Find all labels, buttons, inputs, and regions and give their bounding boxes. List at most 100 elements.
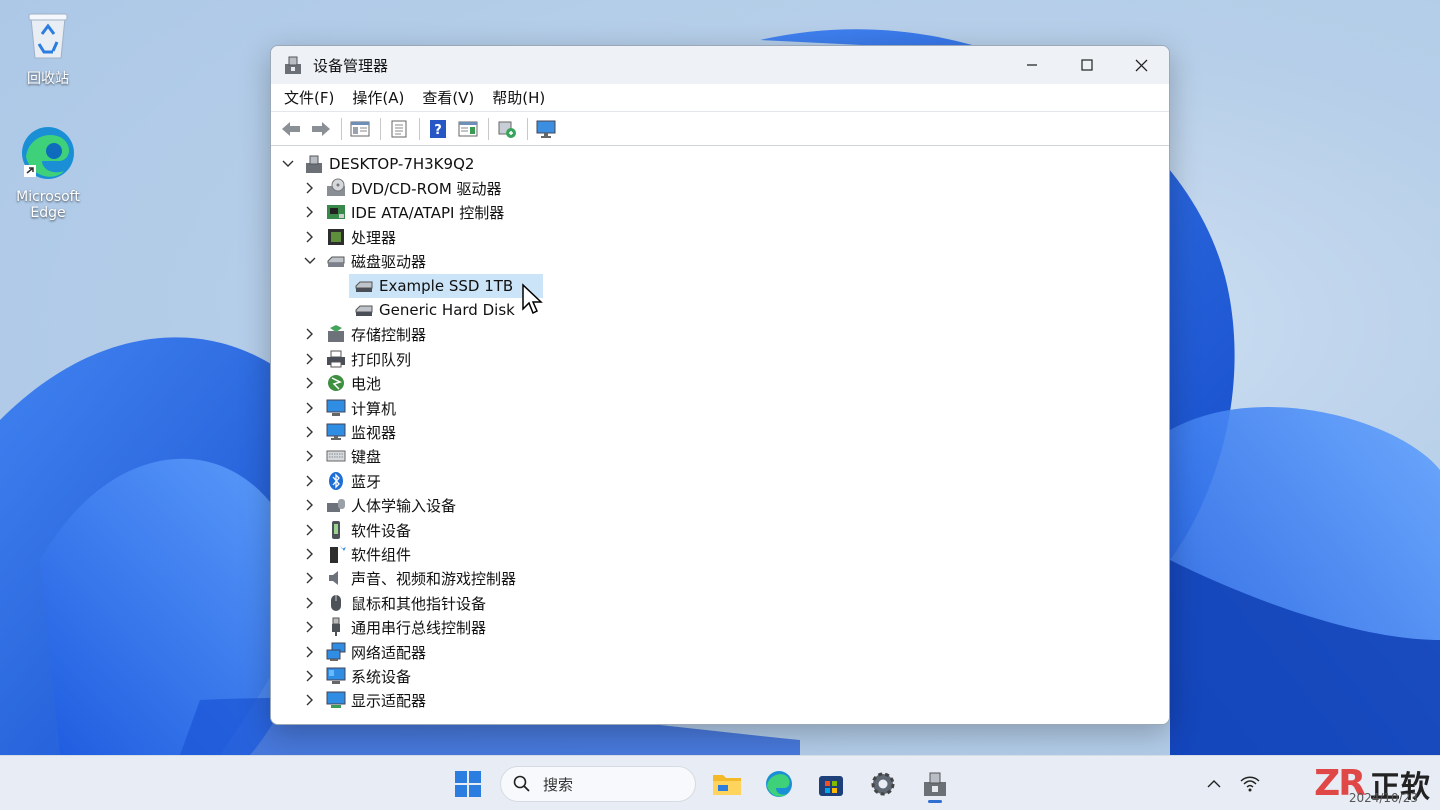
edge-taskbar-button[interactable] <box>761 766 797 802</box>
display-devices-button[interactable] <box>532 116 560 142</box>
tree-category-label: 打印队列 <box>351 350 412 369</box>
collapse-chevron-icon[interactable] <box>279 152 297 176</box>
tree-category-label: 系统设备 <box>351 667 412 686</box>
tree-category-label: 处理器 <box>351 228 397 247</box>
computer-host-icon <box>303 153 325 175</box>
tree-category-row[interactable]: 网络适配器 <box>301 640 426 664</box>
edge-label-line1: Microsoft <box>16 189 80 205</box>
help-icon: ? <box>430 119 446 138</box>
tree-category-row[interactable]: 电池 <box>301 371 381 395</box>
tree-category-row[interactable]: 软件组件 <box>301 542 411 566</box>
chevron-right-icon[interactable] <box>301 640 319 664</box>
printer-icon <box>325 348 347 370</box>
toolbar-separator <box>341 117 342 140</box>
tree-category-row[interactable]: 人体学输入设备 <box>301 493 456 517</box>
menu-file[interactable]: 文件(F) <box>275 84 343 112</box>
edge-desktop-icon[interactable]: Microsoft Edge <box>8 125 88 221</box>
properties-icon <box>391 120 407 137</box>
device-manager-window: 设备管理器 文件(F) 操作(A) 查看(V) 帮助(H) ? DESKTOP-… <box>270 45 1170 725</box>
svg-text:?: ? <box>434 123 442 138</box>
tree-category-row[interactable]: 鼠标和其他指针设备 <box>301 591 486 615</box>
file-explorer-button[interactable] <box>709 766 745 802</box>
console-tree-icon <box>350 121 370 136</box>
tree-category-row[interactable]: 显示适配器 <box>301 688 426 712</box>
taskbar: 搜索 ZR 正软 2024/10/23 <box>0 755 1440 810</box>
maximize-button[interactable] <box>1059 46 1114 84</box>
action-pane-button[interactable] <box>454 116 482 142</box>
chevron-right-icon[interactable] <box>301 347 319 371</box>
tree-category-row[interactable]: 监视器 <box>301 420 396 444</box>
tree-category-row[interactable]: 处理器 <box>301 225 396 249</box>
chevron-right-icon[interactable] <box>301 518 319 542</box>
chevron-right-icon[interactable] <box>301 396 319 420</box>
tree-category-row[interactable]: 蓝牙 <box>301 469 381 493</box>
tree-category-row[interactable]: 系统设备 <box>301 664 411 688</box>
scan-hardware-icon <box>498 121 516 138</box>
tree-device-row-selected[interactable]: Example SSD 1TB <box>349 274 544 298</box>
tree-category-label: 蓝牙 <box>351 472 382 491</box>
tree-category-label: 磁盘驱动器 <box>351 252 427 271</box>
disk-icon <box>353 275 375 297</box>
chevron-right-icon[interactable] <box>301 371 319 395</box>
chevron-down-icon[interactable] <box>301 249 319 273</box>
tree-category-row[interactable]: 通用串行总线控制器 <box>301 615 486 639</box>
chevron-right-icon[interactable] <box>301 420 319 444</box>
tree-category-row[interactable]: 打印队列 <box>301 347 411 371</box>
tree-category-row[interactable]: 声音、视频和游戏控制器 <box>301 566 516 590</box>
device-manager-app-icon <box>283 55 303 75</box>
tree-category-row[interactable]: DVD/CD-ROM 驱动器 <box>301 176 502 200</box>
chevron-right-icon[interactable] <box>301 664 319 688</box>
tree-category-row[interactable]: 存储控制器 <box>301 322 426 346</box>
menu-view[interactable]: 查看(V) <box>413 84 483 112</box>
tree-root[interactable]: DESKTOP-7H3K9Q2 <box>279 152 474 176</box>
network-adapter-icon <box>325 641 347 663</box>
properties-button[interactable] <box>385 116 413 142</box>
minimize-button[interactable] <box>1004 46 1059 84</box>
title-bar[interactable]: 设备管理器 <box>271 46 1169 84</box>
tree-category-row[interactable]: 计算机 <box>301 396 396 420</box>
chevron-right-icon[interactable] <box>301 322 319 346</box>
back-button[interactable] <box>277 116 305 142</box>
taskbar-search[interactable]: 搜索 <box>500 766 696 802</box>
device-manager-taskbar-button[interactable] <box>917 766 953 802</box>
chevron-right-icon[interactable] <box>301 615 319 639</box>
hid-icon <box>325 494 347 516</box>
chevron-right-icon[interactable] <box>301 542 319 566</box>
tree-category-row[interactable]: IDE ATA/ATAPI 控制器 <box>301 200 504 224</box>
chevron-right-icon[interactable] <box>301 493 319 517</box>
chevron-right-icon[interactable] <box>301 591 319 615</box>
store-button[interactable] <box>813 766 849 802</box>
recycle-bin-label: 回收站 <box>27 71 69 87</box>
battery-icon <box>325 372 347 394</box>
network-button[interactable] <box>1236 766 1264 802</box>
tree-category-label: 监视器 <box>351 423 397 442</box>
monitor-icon <box>536 120 556 138</box>
close-button[interactable] <box>1114 46 1169 84</box>
chevron-right-icon[interactable] <box>301 176 319 200</box>
chevron-right-icon[interactable] <box>301 225 319 249</box>
forward-button[interactable] <box>307 116 335 142</box>
tree-category-row[interactable]: 磁盘驱动器 <box>301 249 426 273</box>
recycle-bin-desktop-icon[interactable]: 回收站 <box>8 10 88 88</box>
tree-category-row[interactable]: 键盘 <box>301 444 381 468</box>
menu-action[interactable]: 操作(A) <box>343 84 413 112</box>
chevron-right-icon[interactable] <box>301 469 319 493</box>
chevron-right-icon[interactable] <box>301 688 319 712</box>
menu-bar: 文件(F) 操作(A) 查看(V) 帮助(H) <box>271 84 1169 112</box>
scan-hardware-button[interactable] <box>493 116 521 142</box>
help-button[interactable]: ? <box>424 116 452 142</box>
chevron-right-icon[interactable] <box>301 200 319 224</box>
system-device-icon <box>325 665 347 687</box>
chevron-right-icon[interactable] <box>301 566 319 590</box>
chevron-right-icon[interactable] <box>301 444 319 468</box>
mouse-cursor-icon <box>522 283 543 315</box>
mouse-icon <box>325 592 347 614</box>
settings-button[interactable] <box>865 766 901 802</box>
menu-help[interactable]: 帮助(H) <box>483 84 554 112</box>
action-pane-icon <box>458 121 478 136</box>
tree-category-row[interactable]: 软件设备 <box>301 518 411 542</box>
tree-device-row[interactable]: Generic Hard Disk <box>349 298 515 322</box>
show-hide-console-tree-button[interactable] <box>346 116 374 142</box>
start-button[interactable] <box>450 766 486 802</box>
show-hidden-icons-button[interactable] <box>1200 766 1228 802</box>
